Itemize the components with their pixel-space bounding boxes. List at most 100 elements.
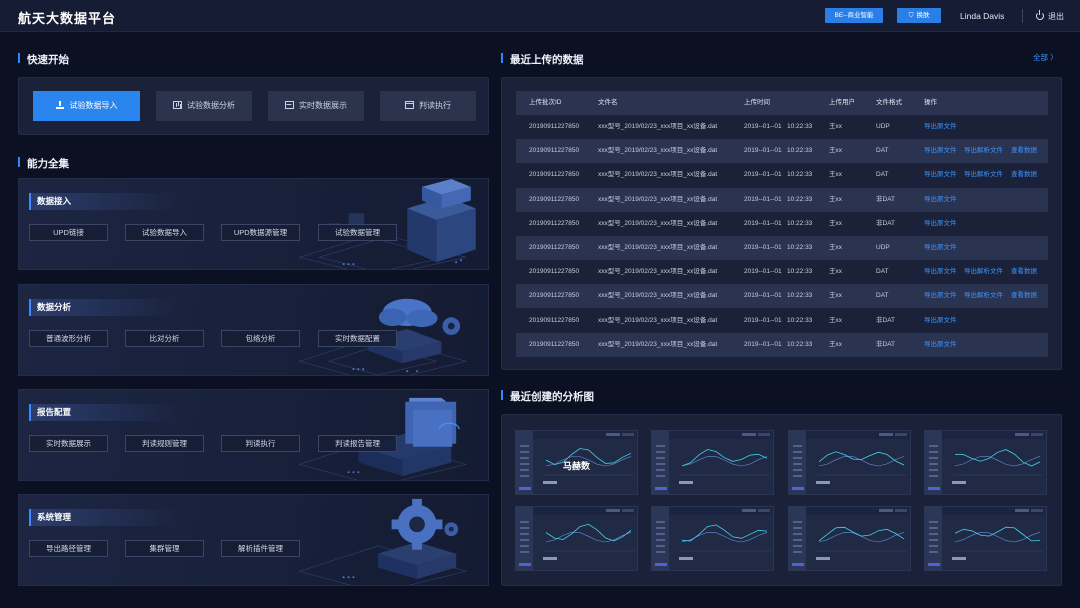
import-test-data-button[interactable]: 试验数据导入 (33, 91, 140, 121)
capabilities-title: 能力全集 (18, 156, 69, 171)
table-row[interactable]: 20190911227850 xxx型号_2019/02/23_xxx项目_xx设… (516, 163, 1048, 187)
table-row[interactable]: 20190911227850 xxx型号_2019/02/23_xxx项目_xx设… (516, 115, 1048, 139)
upload-date-cell: 2019--01--01 (744, 292, 782, 300)
download-icon (55, 101, 65, 109)
test-data-import-item[interactable]: 试验数据导入 (125, 224, 204, 241)
shirt-icon: ⛉ (908, 12, 914, 19)
upload-time-cell: 10:22:33 (787, 268, 813, 276)
judge-execute-button[interactable]: 判读执行 (380, 91, 476, 121)
export-original-link[interactable]: 导出原文件 (924, 284, 957, 308)
table-row[interactable]: 20190911227850 xxx型号_2019/02/23_xxx项目_xx设… (516, 284, 1048, 309)
file-format-cell: DAT (876, 171, 889, 179)
batch-id-cell: 20190911227850 (529, 195, 580, 203)
thumbnail-kpi (543, 557, 557, 560)
export-path-manage-item[interactable]: 导出路径管理 (29, 540, 108, 557)
table-row[interactable]: 20190911227850 xxx型号_2019/02/23_xxx项目_xx设… (516, 236, 1048, 260)
thumbnail-button (655, 563, 667, 566)
logout-button[interactable]: 退出 (1036, 10, 1064, 22)
view-data-link[interactable]: 查看数据 (1011, 260, 1037, 284)
envelope-analysis-item[interactable]: 包络分析 (221, 330, 300, 347)
table-row[interactable]: 20190911227850 xxx型号_2019/02/23_xxx项目_xx设… (516, 212, 1048, 236)
upload-time-cell: 10:22:33 (787, 219, 813, 227)
batch-id-cell: 20190911227850 (529, 123, 580, 130)
analysis-chart-thumbnail[interactable] (515, 506, 638, 571)
export-original-link[interactable]: 导出原文件 (924, 212, 957, 236)
realtime-config-item[interactable]: 实时数据配置 (318, 330, 397, 347)
upload-date-cell: 2019--01--01 (744, 123, 782, 130)
export-original-link[interactable]: 导出原文件 (924, 333, 957, 357)
analysis-chart-thumbnail[interactable] (651, 430, 774, 495)
batch-id-cell: 20190911227850 (529, 171, 580, 179)
column-header: 操作 (924, 99, 937, 106)
skin-button[interactable]: ⛉ 换肤 (897, 8, 941, 23)
analysis-chart-thumbnail[interactable] (788, 430, 911, 495)
upload-time-cell: 10:22:33 (787, 244, 813, 251)
export-original-link[interactable]: 导出原文件 (924, 260, 957, 284)
card-title: 报告配置 (29, 404, 179, 421)
upd-source-manage-item[interactable]: UPD数据源管理 (221, 224, 300, 241)
export-parsed-link[interactable]: 导出解析文件 (964, 284, 1003, 308)
upload-user-cell: 王xx (829, 316, 842, 324)
upload-user-cell: 王xx (829, 147, 842, 155)
compare-analysis-item[interactable]: 比对分析 (125, 330, 204, 347)
user-name[interactable]: Linda Davis (960, 11, 1004, 21)
test-data-manage-item[interactable]: 试验数据管理 (318, 224, 397, 241)
realtime-display-button[interactable]: 实时数据展示 (268, 91, 364, 121)
batch-id-cell: 20190911227850 (529, 219, 580, 227)
export-parsed-link[interactable]: 导出解析文件 (964, 260, 1003, 284)
parser-plugin-manage-item[interactable]: 解析插件管理 (221, 540, 300, 557)
table-row[interactable]: 20190911227850 xxx型号_2019/02/23_xxx项目_xx设… (516, 260, 1048, 284)
analysis-chart-thumbnail[interactable] (924, 506, 1047, 571)
table-row[interactable]: 20190911227850 xxx型号_2019/02/23_xxx项目_xx设… (516, 187, 1048, 212)
upload-user-cell: 王xx (829, 195, 842, 203)
export-parsed-link[interactable]: 导出解析文件 (964, 139, 1003, 163)
thumbnail-button (655, 487, 667, 490)
upd-link-item[interactable]: UPD链接 (29, 224, 108, 241)
analyze-test-data-button[interactable]: 试验数据分析 (156, 91, 252, 121)
thumbnail-kpi (952, 557, 966, 560)
export-original-link[interactable]: 导出原文件 (924, 236, 957, 260)
top-bar: 航天大数据平台 BE--商业智能 ⛉ 换肤 Linda Davis 退出 (0, 0, 1080, 32)
view-all-link[interactable]: 全部 〉 (1033, 52, 1058, 63)
thumbnail-chart (544, 509, 634, 552)
thumbnail-kpi (816, 481, 830, 484)
table-row[interactable]: 20190911227850 xxx型号_2019/02/23_xxx项目_xx设… (516, 139, 1048, 164)
bar-chart-icon (173, 101, 182, 109)
upload-date-cell: 2019--01--01 (744, 316, 782, 324)
view-data-link[interactable]: 查看数据 (1011, 139, 1037, 163)
export-original-link[interactable]: 导出原文件 (924, 309, 957, 333)
thumbnail-kpi (816, 557, 830, 560)
view-data-link[interactable]: 查看数据 (1011, 284, 1037, 308)
capability-card-system-manage: 系统管理 导出路径管理 集群管理 解析插件管理 (18, 494, 489, 586)
thumbnail-button (519, 487, 531, 490)
table-row[interactable]: 20190911227850 xxx型号_2019/02/23_xxx项目_xx设… (516, 309, 1048, 333)
table-row[interactable]: 20190911227850 xxx型号_2019/02/23_xxx项目_xx设… (516, 332, 1048, 357)
cluster-manage-item[interactable]: 集群管理 (125, 540, 204, 557)
analysis-chart-thumbnail[interactable] (924, 430, 1047, 495)
thumbnail-kpi (543, 481, 557, 484)
analysis-chart-thumbnail[interactable] (651, 506, 774, 571)
button-label: 判读执行 (419, 101, 451, 110)
export-original-link[interactable]: 导出原文件 (924, 163, 957, 187)
capability-card-report-config: 报告配置 实时数据展示 判读规则管理 判读执行 判读报告管理 (18, 389, 489, 481)
view-data-link[interactable]: 查看数据 (1011, 163, 1037, 187)
export-original-link[interactable]: 导出原文件 (924, 139, 957, 163)
judge-execute-item[interactable]: 判读执行 (221, 435, 300, 452)
thumbnail-button (792, 487, 804, 490)
export-original-link[interactable]: 导出原文件 (924, 115, 957, 139)
analysis-chart-thumbnail[interactable] (788, 506, 911, 571)
file-name-cell: xxx型号_2019/02/23_xxx项目_xx设备.dat (598, 171, 718, 179)
upload-user-cell: 王xx (829, 219, 842, 227)
export-original-link[interactable]: 导出原文件 (924, 188, 957, 212)
judge-report-manage-item[interactable]: 判读报告管理 (318, 435, 397, 452)
upload-date-cell: 2019--01--01 (744, 340, 782, 348)
thumbnail-kpi (952, 481, 966, 484)
upload-time-cell: 10:22:33 (787, 292, 813, 300)
realtime-display-item[interactable]: 实时数据展示 (29, 435, 108, 452)
file-name-cell: xxx型号_2019/02/23_xxx项目_xx设备.dat (598, 219, 718, 227)
export-parsed-link[interactable]: 导出解析文件 (964, 163, 1003, 187)
bi-button[interactable]: BE--商业智能 (825, 8, 883, 23)
upload-date-cell: 2019--01--01 (744, 171, 782, 179)
judge-rule-manage-item[interactable]: 判读规则管理 (125, 435, 204, 452)
waveform-analysis-item[interactable]: 普通波形分析 (29, 330, 108, 347)
